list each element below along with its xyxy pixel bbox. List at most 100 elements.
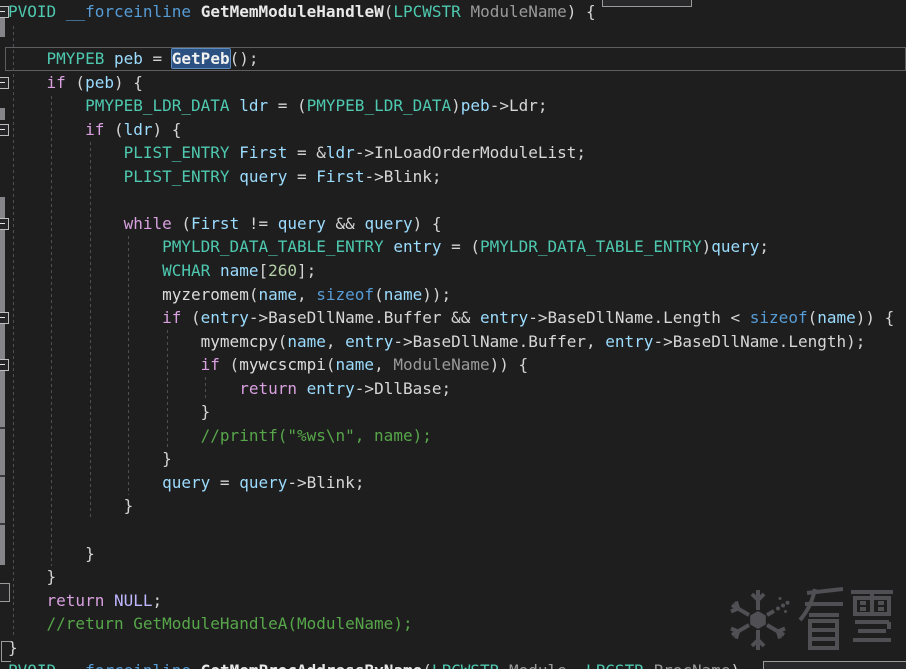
code-line[interactable] bbox=[0, 518, 906, 542]
code-token-var: query bbox=[239, 472, 288, 492]
collapsed-region-box[interactable] bbox=[763, 661, 906, 669]
code-line[interactable]: //return GetModuleHandleA(ModuleName); bbox=[0, 612, 906, 636]
code-token-var: entry bbox=[200, 308, 249, 328]
code-token-mem: Ldr bbox=[508, 96, 538, 116]
code-line[interactable]: PMYLDR_DATA_TABLE_ENTRY entry = (PMYLDR_… bbox=[0, 235, 906, 259]
code-token-type: PMYPEB_LDR_DATA bbox=[85, 96, 230, 116]
code-token-txt: ; bbox=[441, 378, 452, 398]
code-token-txt: -> bbox=[248, 308, 269, 328]
code-line[interactable]: //printf("%ws\n", name); bbox=[0, 424, 906, 448]
code-line[interactable]: PMYPEB_LDR_DATA ldr = (PMYPEB_LDR_DATA)p… bbox=[0, 94, 906, 118]
code-line[interactable]: if (mywcscmpi(name, ModuleName)) { bbox=[0, 353, 906, 377]
code-token-type: PMYPEB bbox=[46, 49, 105, 69]
code-token-fn: myzeromem bbox=[162, 284, 249, 304]
code-line[interactable] bbox=[0, 188, 906, 212]
code-line[interactable]: if (entry->BaseDllName.Buffer && entry->… bbox=[0, 306, 906, 330]
code-line[interactable]: if (peb) { bbox=[0, 71, 906, 95]
code-token-var: ldr bbox=[123, 119, 153, 139]
code-line[interactable]: PLIST_ENTRY query = First->Blink; bbox=[0, 165, 906, 189]
code-token-txt: -> bbox=[287, 472, 307, 492]
code-line[interactable]: } bbox=[0, 565, 906, 589]
code-token-var: query bbox=[711, 237, 760, 257]
code-token-txt: , bbox=[567, 661, 586, 669]
code-token-mem: BaseDllName bbox=[412, 331, 519, 351]
fold-marker-icon[interactable] bbox=[0, 77, 9, 89]
code-line[interactable]: } bbox=[0, 636, 906, 660]
fold-marker-icon[interactable] bbox=[0, 6, 9, 18]
fold-marker-icon[interactable] bbox=[0, 218, 9, 230]
code-token-txt: != bbox=[239, 213, 278, 233]
code-token-mem: Blink bbox=[383, 166, 432, 186]
code-line[interactable]: myzeromem(name, sizeof(name)); bbox=[0, 283, 906, 307]
code-token-var: name bbox=[817, 308, 856, 328]
code-line[interactable]: } bbox=[0, 542, 906, 566]
code-token-param: ModuleName bbox=[393, 355, 490, 375]
margin-seam bbox=[0, 523, 5, 525]
code-token-var: name bbox=[383, 284, 423, 304]
code-line[interactable]: if (ldr) { bbox=[0, 118, 906, 142]
code-line[interactable]: query = query->Blink; bbox=[0, 471, 906, 495]
fold-marker-icon[interactable] bbox=[0, 359, 9, 371]
code-line[interactable]: } bbox=[0, 447, 906, 471]
fold-marker-icon[interactable] bbox=[0, 312, 9, 324]
code-line[interactable]: return entry->DllBase; bbox=[0, 377, 906, 401]
code-token-var: entry bbox=[345, 331, 394, 351]
code-token-txt: -> bbox=[528, 308, 548, 328]
margin-strip bbox=[0, 197, 5, 565]
code-token-txt: , bbox=[297, 284, 317, 304]
code-token-mem: Buffer bbox=[383, 308, 442, 328]
code-token-txt: . bbox=[653, 308, 664, 328]
code-line[interactable] bbox=[0, 24, 906, 48]
code-token-var: entry bbox=[393, 237, 442, 257]
code-token-txt: && bbox=[441, 308, 481, 328]
code-token-txt: . bbox=[374, 308, 384, 328]
code-line[interactable]: mymemcpy(name, entry->BaseDllName.Buffer… bbox=[0, 330, 906, 354]
code-line[interactable]: } bbox=[0, 494, 906, 518]
code-token-ctrl: if bbox=[200, 355, 220, 375]
code-line[interactable]: while (First != query && query) { bbox=[0, 212, 906, 236]
fold-marker-icon[interactable] bbox=[0, 124, 9, 136]
code-token-txt: ; bbox=[431, 166, 442, 186]
code-token-var: First bbox=[191, 213, 240, 233]
code-token-txt: && bbox=[325, 213, 365, 233]
code-token-type: WCHAR bbox=[162, 261, 211, 281]
code-line[interactable]: PMYPEB peb = GetPeb(); bbox=[0, 47, 906, 71]
code-token-txt: = bbox=[210, 472, 240, 492]
code-token-txt: ( bbox=[181, 308, 201, 328]
code-token-com: //printf("%ws\n", name); bbox=[200, 425, 432, 445]
code-token-var: peb bbox=[460, 96, 490, 116]
margin-seam bbox=[0, 427, 5, 429]
code-token-type: LPCWSTR bbox=[432, 661, 499, 669]
code-token-ctrl: if bbox=[85, 119, 105, 139]
code-line[interactable]: } bbox=[0, 400, 906, 424]
code-token-txt: ( bbox=[422, 661, 432, 669]
code-token-var: peb bbox=[113, 49, 143, 69]
code-line[interactable]: return NULL; bbox=[0, 589, 906, 613]
code-token-type: PMYPEB_LDR_DATA bbox=[306, 96, 452, 116]
selected-word-highlight[interactable]: GetPeb bbox=[171, 49, 230, 69]
fold-marker-icon[interactable] bbox=[0, 583, 10, 602]
code-line[interactable]: WCHAR name[260]; bbox=[0, 259, 906, 283]
code-token-mem: BaseDllName bbox=[268, 308, 375, 328]
code-line[interactable]: PVOID __forceinline GetMemModuleHandleW(… bbox=[0, 0, 906, 24]
collapsed-region-box[interactable] bbox=[602, 0, 692, 7]
code-token-var: ldr bbox=[325, 143, 355, 163]
code-token-txt: } bbox=[8, 449, 172, 469]
code-token-txt: ) { bbox=[113, 72, 143, 92]
code-line[interactable]: PLIST_ENTRY First = &ldr->InLoadOrderMod… bbox=[0, 141, 906, 165]
code-token-type: PMYLDR_DATA_TABLE_ENTRY bbox=[480, 237, 702, 257]
code-token-var: name bbox=[287, 331, 326, 351]
code-token-type: PVOID bbox=[8, 2, 57, 21]
code-editor-screen: PVOID __forceinline GetMemModuleHandleW(… bbox=[0, 0, 906, 669]
